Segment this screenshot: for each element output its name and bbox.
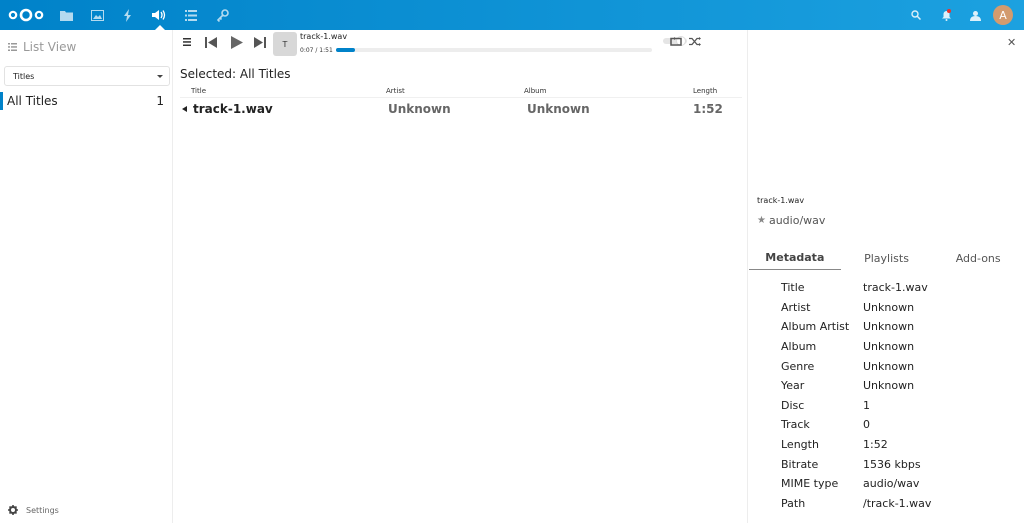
search-icon[interactable] — [908, 7, 924, 23]
menu-icon[interactable] — [183, 38, 191, 46]
metadata-row: Album Unknown — [781, 337, 931, 357]
nextcloud-logo[interactable] — [8, 7, 44, 23]
metadata-key: MIME type — [781, 477, 839, 491]
cover-letter: T — [282, 39, 288, 49]
metadata-row: Genre Unknown — [781, 356, 931, 376]
metadata-key: Title — [781, 281, 805, 295]
details-filename: track-1.wav — [757, 196, 805, 205]
album-cover: T — [273, 32, 297, 56]
metadata-row: Length 1:52 — [781, 435, 931, 455]
metadata-key: Path — [781, 496, 806, 510]
metadata-row: Title track-1.wav — [781, 278, 931, 298]
gear-icon — [8, 505, 18, 515]
contacts-icon[interactable] — [967, 7, 983, 23]
metadata-value: 0 — [863, 418, 870, 432]
favorite-star-icon[interactable]: ★ — [757, 215, 766, 226]
category-select-value: Titles — [13, 71, 35, 81]
app-navigation: List View Titles All Titles 1 Settings — [0, 30, 173, 523]
main-content: T track-1.wav 0:07 / 1:51 Selected: All … — [174, 30, 748, 523]
shuffle-icon[interactable] — [689, 37, 701, 46]
lightning-icon[interactable] — [119, 6, 137, 24]
metadata-key: Year — [781, 379, 805, 393]
metadata-row: Year Unknown — [781, 376, 931, 396]
row-length: 1:52 — [693, 102, 723, 116]
metadata-key: Album — [781, 340, 817, 354]
metadata-value: Unknown — [863, 379, 915, 393]
list-view-toggle[interactable]: List View — [8, 40, 76, 54]
header-divider — [180, 97, 742, 98]
sidebar-item-all-titles[interactable]: All Titles 1 — [0, 92, 172, 110]
metadata-value: audio/wav — [863, 477, 920, 491]
row-artist: Unknown — [388, 102, 451, 116]
metadata-row: Path/track-1.wav — [781, 494, 931, 514]
metadata-value: 1 — [863, 398, 870, 412]
tab-playlists[interactable]: Playlists — [841, 246, 933, 270]
folder-icon[interactable] — [57, 6, 75, 24]
metadata-key: Disc — [781, 398, 805, 412]
metadata-key: Artist — [781, 300, 811, 314]
metadata-row: Artist Unknown — [781, 298, 931, 318]
next-track-icon[interactable] — [254, 37, 266, 48]
key-icon[interactable] — [214, 6, 232, 24]
tab-metadata[interactable]: Metadata — [749, 246, 841, 270]
avatar-initial: A — [999, 8, 1007, 22]
notification-badge — [947, 9, 951, 13]
playback-time: 0:07 / 1:51 — [300, 47, 333, 54]
metadata-row: Disc 1 — [781, 396, 931, 416]
row-title: track-1.wav — [193, 102, 273, 116]
metadata-value: track-1.wav — [863, 281, 928, 295]
metadata-key: Genre — [781, 359, 815, 373]
metadata-row: Album Artist Unknown — [781, 317, 931, 337]
metadata-value: Unknown — [863, 300, 915, 314]
category-select[interactable]: Titles — [4, 66, 170, 86]
details-subtitle: ★ audio/wav — [757, 214, 825, 227]
user-avatar[interactable]: A — [993, 5, 1013, 25]
list-heading: Selected: All Titles — [180, 67, 291, 81]
progress-bar[interactable] — [336, 48, 652, 52]
metadata-key: Bitrate — [781, 457, 819, 471]
metadata-value: Unknown — [863, 320, 915, 334]
tab-add-ons[interactable]: Add-ons — [932, 246, 1024, 270]
column-header-title[interactable]: Title — [191, 87, 206, 95]
sidebar-item-count: 1 — [156, 94, 164, 108]
metadata-value: 1:52 — [863, 438, 888, 452]
metadata-row: Track 0 — [781, 415, 931, 435]
row-album: Unknown — [527, 102, 590, 116]
metadata-row: Bitrate 1536 kbps — [781, 454, 931, 474]
metadata-key: Track — [781, 418, 810, 432]
metadata-value: Unknown — [863, 340, 915, 354]
column-header-album[interactable]: Album — [524, 87, 546, 95]
now-playing-title: track-1.wav — [300, 32, 348, 41]
metadata-table: Title track-1.wav Artist Unknown Album Artis… — [781, 278, 931, 513]
header-bar: A — [0, 0, 1024, 30]
speaker-icon[interactable] — [150, 6, 168, 24]
list-view-icon — [8, 43, 17, 51]
progress-fill — [336, 48, 355, 52]
details-tabs: Metadata Playlists Add-ons — [749, 246, 1024, 270]
metadata-key: Length — [781, 438, 819, 452]
list-icon[interactable] — [182, 6, 200, 24]
details-mime: audio/wav — [768, 214, 826, 227]
metadata-key: Album Artist — [781, 320, 850, 334]
sidebar-item-label: All Titles — [7, 94, 58, 108]
column-header-length[interactable]: Length — [693, 87, 717, 95]
chevron-down-icon — [157, 75, 163, 78]
settings-label: Settings — [26, 505, 59, 515]
metadata-row: MIME type audio/wav — [781, 474, 931, 494]
repeat-icon[interactable] — [670, 37, 682, 46]
previous-track-icon[interactable] — [205, 37, 217, 48]
close-icon[interactable]: ✕ — [1007, 36, 1016, 49]
metadata-value: /track-1.wav — [863, 496, 932, 510]
settings-button[interactable]: Settings — [8, 505, 59, 515]
metadata-value: 1536 kbps — [863, 457, 921, 471]
notifications-icon[interactable] — [938, 7, 954, 23]
list-view-label: List View — [23, 40, 77, 54]
column-header-artist[interactable]: Artist — [386, 87, 405, 95]
play-icon[interactable] — [231, 36, 243, 49]
metadata-value: Unknown — [863, 359, 915, 373]
image-icon[interactable] — [88, 6, 106, 24]
playing-indicator-icon — [182, 106, 187, 112]
details-sidebar: ✕ track-1.wav ★ audio/wav Metadata Playl… — [749, 30, 1024, 523]
